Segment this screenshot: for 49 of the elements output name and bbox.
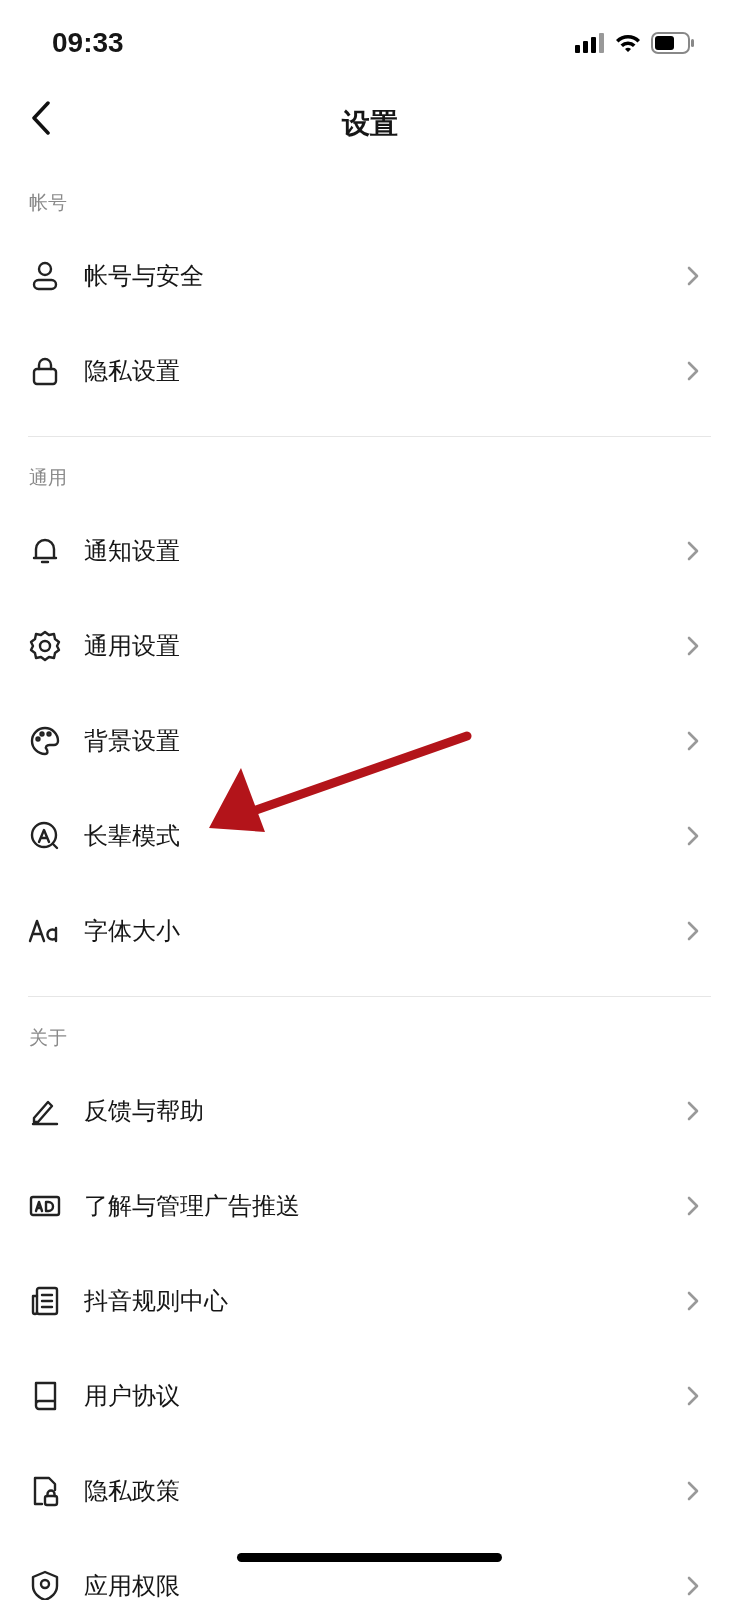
chevron-icon xyxy=(687,825,699,846)
row-label: 应用权限 xyxy=(84,1570,180,1600)
settings-row[interactable]: 帐号与安全 xyxy=(0,228,739,323)
back-icon[interactable] xyxy=(30,101,52,135)
settings-row[interactable]: 长辈模式 xyxy=(0,788,739,883)
section-title: 关于 xyxy=(28,1025,68,1050)
chevron-icon xyxy=(687,1290,699,1311)
chevron-icon xyxy=(687,1575,699,1596)
signal-icon xyxy=(575,33,605,53)
settings-icon xyxy=(28,628,62,663)
page-title: 设置 xyxy=(341,106,398,142)
chevron-icon xyxy=(687,1480,699,1501)
settings-row[interactable]: 隐私设置 xyxy=(0,323,739,418)
settings-row[interactable]: 通知设置 xyxy=(0,503,739,598)
row-label: 了解与管理广告推送 xyxy=(84,1190,300,1222)
chevron-icon xyxy=(687,1195,699,1216)
chevron-icon xyxy=(687,540,699,561)
settings-row[interactable]: 抖音规则中心 xyxy=(0,1253,739,1348)
settings-row[interactable]: 字体大小 xyxy=(0,883,739,978)
chevron-icon xyxy=(687,265,699,286)
settings-row[interactable]: 隐私政策 xyxy=(0,1443,739,1538)
chevron-icon xyxy=(687,1100,699,1121)
row-label: 反馈与帮助 xyxy=(84,1095,204,1127)
row-label: 字体大小 xyxy=(84,915,180,947)
row-label: 抖音规则中心 xyxy=(84,1285,228,1317)
status-time: 09:33 xyxy=(52,27,124,59)
settings-row[interactable]: 背景设置 xyxy=(0,693,739,788)
chevron-icon xyxy=(687,1385,699,1406)
chevron-icon xyxy=(687,920,699,941)
section-title: 通用 xyxy=(28,465,68,490)
settings-row[interactable]: 用户协议 xyxy=(0,1348,739,1443)
row-label: 帐号与安全 xyxy=(84,260,204,292)
row-label: 隐私政策 xyxy=(84,1475,180,1507)
chevron-icon xyxy=(687,730,699,751)
wifi-icon xyxy=(615,33,641,53)
chevron-icon xyxy=(687,635,699,656)
settings-row[interactable]: 了解与管理广告推送 xyxy=(0,1158,739,1253)
settings-row[interactable]: 反馈与帮助 xyxy=(0,1063,739,1158)
row-label: 用户协议 xyxy=(84,1380,180,1412)
row-label: 通用设置 xyxy=(84,630,180,662)
battery-icon xyxy=(651,32,695,54)
settings-row[interactable]: 应用权限 xyxy=(0,1538,739,1600)
row-label: 通知设置 xyxy=(84,535,180,567)
chevron-icon xyxy=(687,360,699,381)
row-label: 隐私设置 xyxy=(84,355,180,387)
section-title: 帐号 xyxy=(28,190,68,215)
row-label: 长辈模式 xyxy=(84,820,180,852)
settings-row[interactable]: 通用设置 xyxy=(0,598,739,693)
row-label: 背景设置 xyxy=(84,725,180,757)
